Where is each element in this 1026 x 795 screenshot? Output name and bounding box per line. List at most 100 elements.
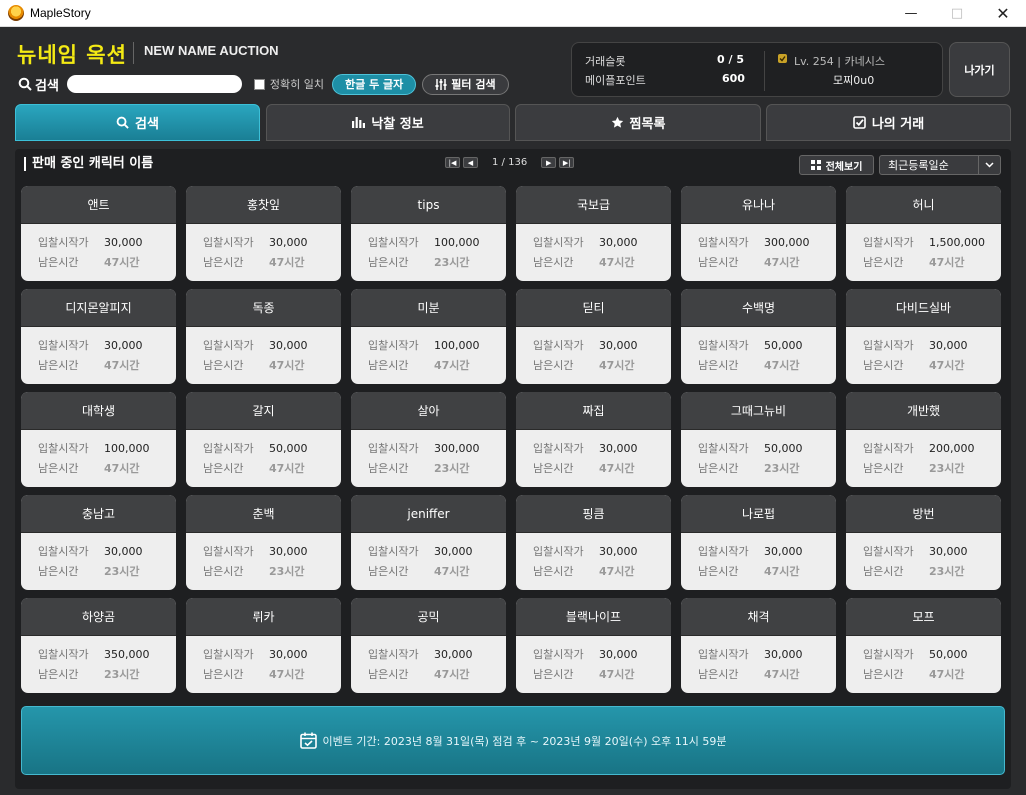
card-body: 입찰시작가 30,000 남은시간 47시간 [846,327,1001,375]
last-page-button[interactable]: ▶| [559,157,575,168]
time-row: 남은시간 47시간 [863,252,1001,272]
listing-card[interactable]: 충남고 입찰시작가 30,000 남은시간 23시간 [21,495,176,590]
close-button[interactable]: ✕ [980,0,1026,27]
bid-row: 입찰시작가 30,000 [38,232,176,252]
listing-card[interactable]: 짜집 입찰시작가 30,000 남은시간 47시간 [516,392,671,487]
listing-card[interactable]: 핑큼 입찰시작가 30,000 남은시간 47시간 [516,495,671,590]
bid-row: 입찰시작가 30,000 [203,232,341,252]
listing-card[interactable]: 미분 입찰시작가 100,000 남은시간 47시간 [351,289,506,384]
character-name: 춘백 [186,495,341,533]
tab-my-trades[interactable]: 나의 거래 [766,104,1011,141]
character-name: tips [351,186,506,224]
time-value: 47시간 [599,359,635,372]
card-body: 입찰시작가 300,000 남은시간 23시간 [351,430,506,478]
filter-search-button[interactable]: 필터 검색 [422,73,509,95]
time-row: 남은시간 23시간 [698,458,836,478]
listing-card[interactable]: 공믹 입찰시작가 30,000 남은시간 47시간 [351,598,506,693]
auction-window: 뉴네임 옥션 NEW NAME AUCTION 검색 정확히 일치 한글 두 글… [0,27,1026,795]
time-row: 남은시간 47시간 [38,355,176,375]
time-row: 남은시간 47시간 [698,664,836,684]
checkbox-box[interactable] [253,78,265,90]
character-name: 모프 [846,598,1001,636]
listing-card[interactable]: 디지몬알피지 입찰시작가 30,000 남은시간 47시간 [21,289,176,384]
time-value: 47시간 [269,462,305,475]
listing-card[interactable]: 개반했 입찰시작가 200,000 남은시간 23시간 [846,392,1001,487]
grid-icon [810,160,821,170]
listing-card[interactable]: 춘백 입찰시작가 30,000 남은시간 23시간 [186,495,341,590]
listing-card[interactable]: 하양곰입찰시작가 350,000 남은시간 23시간 [21,598,176,693]
character-name: 살아 [351,392,506,430]
time-label: 남은시간 [368,462,409,475]
bid-row: 입찰시작가 30,000 [698,644,836,664]
bid-label: 입찰시작가 [38,236,89,249]
tab-search[interactable]: 검색 [15,104,260,141]
bid-value: 50,000 [764,338,803,352]
time-value: 47시간 [599,668,635,681]
search-input[interactable] [66,75,242,93]
time-value: 23시간 [104,668,140,681]
listing-card[interactable]: 갈지 입찰시작가 50,000 남은시간 47시간 [186,392,341,487]
listing-card[interactable]: 살아 입찰시작가 300,000 남은시간 23시간 [351,392,506,487]
maximize-button[interactable]: □ [934,0,980,27]
listing-card[interactable]: 앤트 입찰시작가 30,000 남은시간 47시간 [21,186,176,281]
next-page-button[interactable]: ▶ [541,157,557,168]
listing-card[interactable]: 블랙나이프 입찰시작가 30,000 남은시간 47시간 [516,598,671,693]
bid-label: 입찰시작가 [533,442,584,455]
listing-card[interactable]: 방번 입찰시작가 30,000 남은시간 23시간 [846,495,1001,590]
bid-row: 입찰시작가 30,000 [863,335,1001,355]
listing-card[interactable]: 모프 입찰시작가 50,000 남은시간 47시간 [846,598,1001,693]
hangul-two-chars-button[interactable]: 한글 두 글자 [332,73,417,95]
character-name: 하양곰 [21,598,176,636]
listing-card[interactable]: 수백명 입찰시작가 50,000 남은시간 47시간 [681,289,836,384]
chevron-down-icon[interactable] [978,156,1000,174]
card-body: 입찰시작가 30,000 남은시간 47시간 [516,636,671,684]
listing-card[interactable]: 홍찻잎 입찰시작가 30,000 남은시간 47시간 [186,186,341,281]
bid-value: 30,000 [929,338,968,352]
listing-card[interactable]: 나로펍 입찰시작가 30,000 남은시간 47시간 [681,495,836,590]
listing-card[interactable]: 국보급 입찰시작가 30,000 남은시간 47시간 [516,186,671,281]
bid-value: 300,000 [764,235,810,249]
listing-card[interactable]: jeniffer 입찰시작가 30,000 남은시간 47시간 [351,495,506,590]
listing-card[interactable]: 다비드실바 입찰시작가 30,000 남은시간 47시간 [846,289,1001,384]
exact-match-label: 정확히 일치 [269,78,325,91]
time-value: 47시간 [929,256,965,269]
bid-label: 입찰시작가 [203,648,254,661]
tab-winning-bids[interactable]: 낙찰 정보 [266,104,510,141]
time-value: 47시간 [929,359,965,372]
listing-card[interactable]: 독종 입찰시작가 30,000 남은시간 47시간 [186,289,341,384]
tab-wishlist[interactable]: 찜목록 [515,104,761,141]
time-row: 남은시간 23시간 [38,664,176,684]
bid-value: 30,000 [434,544,473,558]
calendar-icon [299,732,317,749]
search-icon [18,77,32,91]
listing-card[interactable]: tips 입찰시작가 100,000 남은시간 23시간 [351,186,506,281]
listing-card[interactable]: 뤼카 입찰시작가 30,000 남은시간 47시간 [186,598,341,693]
bid-row: 입찰시작가 1,500,000 [863,232,1001,252]
listing-card[interactable]: 대학생 입찰시작가 100,000 남은시간 47시간 [21,392,176,487]
view-all-button[interactable]: 전체보기 [799,155,874,175]
minimize-button[interactable]: — [888,0,934,27]
time-label: 남은시간 [368,256,409,269]
listing-card[interactable]: 딛티 입찰시작가 30,000 남은시간 47시간 [516,289,671,384]
bid-label: 입찰시작가 [863,339,914,352]
listing-card[interactable]: 유나나 입찰시작가 300,000 남은시간 47시간 [681,186,836,281]
time-value: 47시간 [764,359,800,372]
time-label: 남은시간 [863,256,904,269]
page-indicator: 1 / 136 [492,157,528,168]
card-body: 입찰시작가 30,000 남은시간 47시간 [186,636,341,684]
prev-page-button[interactable]: ◀ [463,157,478,168]
listing-card[interactable]: 허니 입찰시작가 1,500,000 남은시간 47시간 [846,186,1001,281]
bid-value: 30,000 [269,647,308,661]
character-name: 충남고 [21,495,176,533]
character-name: 유나나 [681,186,836,224]
listing-card[interactable]: 그때그뉴비 입찰시작가 50,000 남은시간 23시간 [681,392,836,487]
listing-card[interactable]: 채격 입찰시작가 30,000 남은시간 47시간 [681,598,836,693]
sort-dropdown[interactable]: 최근등록일순 [879,155,1001,175]
bid-row: 입찰시작가 350,000 [38,644,176,664]
bid-label: 입찰시작가 [203,339,254,352]
first-page-button[interactable]: |◀ [445,157,460,168]
exact-match-checkbox[interactable]: 정확히 일치 [253,76,325,92]
exit-button[interactable]: 나가기 [949,42,1010,97]
tab-label: 낙찰 정보 [371,117,424,132]
character-name: 개반했 [846,392,1001,430]
